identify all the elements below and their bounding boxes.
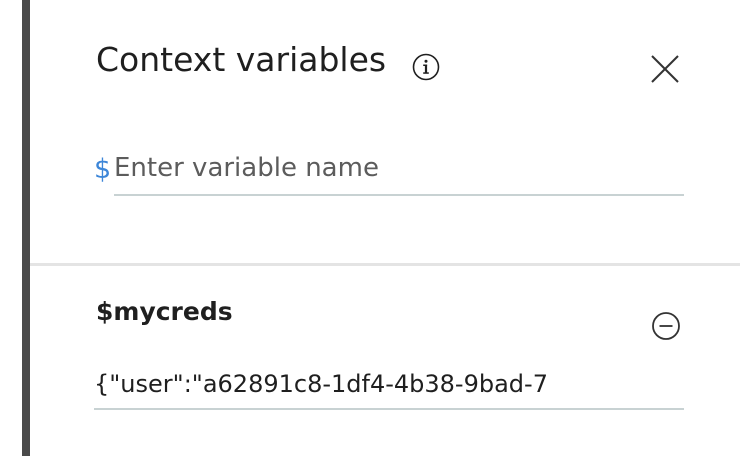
variable-name-input[interactable] <box>114 146 684 196</box>
variable-value-field[interactable]: {"user":"a62891c8-1df4-4b38-9bad-7 <box>94 364 684 410</box>
panel-title: Context variables <box>96 40 387 79</box>
left-panel-edge <box>22 0 30 456</box>
screen: Context variables $ $mycreds {"user":"a6… <box>0 0 740 456</box>
close-icon[interactable] <box>646 50 684 88</box>
context-variables-panel: Context variables $ $mycreds {"user":"a6… <box>30 0 740 456</box>
new-variable-row: $ <box>94 146 686 200</box>
variable-name-label: $mycreds <box>96 297 233 326</box>
info-icon[interactable] <box>411 52 441 82</box>
variable-prefix: $ <box>94 154 112 185</box>
minus-circle-icon[interactable] <box>650 310 682 342</box>
section-divider <box>30 263 740 266</box>
